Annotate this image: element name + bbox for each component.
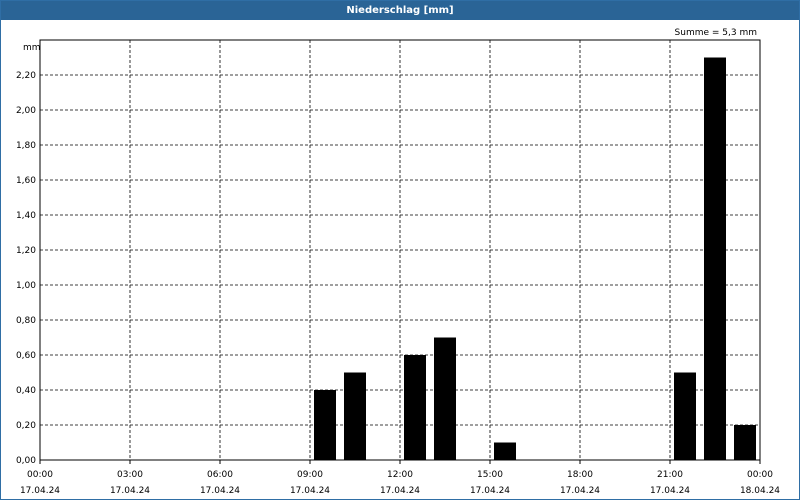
x-tick-date-label: 17.04.24 xyxy=(110,486,150,496)
grid-layer xyxy=(40,40,760,460)
precipitation-bar xyxy=(314,390,336,460)
x-tick-time-label: 12:00 xyxy=(387,470,413,480)
x-tick-date-label: 18.04.24 xyxy=(740,486,780,496)
y-tick-label: 1,00 xyxy=(16,281,36,291)
x-tick-time-label: 15:00 xyxy=(477,470,503,480)
y-tick-label: 0,40 xyxy=(16,386,36,396)
y-tick-label: 0,80 xyxy=(16,316,36,326)
chart-window: Niederschlag [mm] mm Summe = 5,3 mm 0,00… xyxy=(0,0,800,500)
precipitation-bar xyxy=(704,57,726,460)
sum-label: Summe = 5,3 mm xyxy=(675,28,757,38)
x-tick-time-label: 00:00 xyxy=(747,470,773,480)
x-tick-time-label: 21:00 xyxy=(657,470,683,480)
y-tick-label: 2,00 xyxy=(16,106,36,116)
precipitation-bar xyxy=(344,372,366,460)
precipitation-bar xyxy=(494,442,516,460)
precipitation-bar xyxy=(674,372,696,460)
precipitation-bar xyxy=(404,355,426,460)
x-tick-time-label: 06:00 xyxy=(207,470,233,480)
y-tick-label: 0,20 xyxy=(16,421,36,431)
x-tick-date-label: 17.04.24 xyxy=(20,486,60,496)
y-tick-label: 2,20 xyxy=(16,71,36,81)
precipitation-chart: mm Summe = 5,3 mm 0,00 0,20 0,40 0,60 0,80 1,… xyxy=(16,28,780,496)
y-tick-label: 1,60 xyxy=(16,176,36,186)
x-tick-date-label: 17.04.24 xyxy=(380,486,420,496)
x-tick-date-label: 17.04.24 xyxy=(560,486,600,496)
bars-layer xyxy=(314,57,756,460)
x-tick-time-label: 00:00 xyxy=(27,470,53,480)
y-tick-label: 1,20 xyxy=(16,246,36,256)
precipitation-bar xyxy=(434,337,456,460)
x-tick-date-label: 17.04.24 xyxy=(290,486,330,496)
y-tick-label: 1,80 xyxy=(16,141,36,151)
precipitation-bar xyxy=(734,425,756,460)
y-tick-label: 1,40 xyxy=(16,211,36,221)
y-tick-label: 0,60 xyxy=(16,351,36,361)
x-tick-date-label: 17.04.24 xyxy=(650,486,690,496)
x-tick-time-label: 09:00 xyxy=(297,470,323,480)
y-axis-unit-label: mm xyxy=(23,43,41,53)
tick-labels-layer: 0,00 0,20 0,40 0,60 0,80 1,00 1,20 1,40 1,60 1,80… xyxy=(16,71,780,496)
x-tick-date-label: 17.04.24 xyxy=(200,486,240,496)
x-tick-date-label: 17.04.24 xyxy=(470,486,510,496)
x-tick-time-label: 03:00 xyxy=(117,470,143,480)
x-tick-time-label: 18:00 xyxy=(567,470,593,480)
y-tick-label: 0,00 xyxy=(16,456,36,466)
